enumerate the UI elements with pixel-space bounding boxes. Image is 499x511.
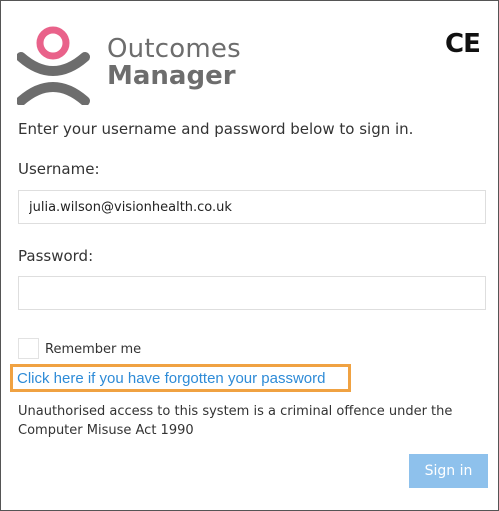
- brand-name-top: Outcomes: [107, 34, 241, 64]
- remember-me-checkbox[interactable]: [18, 338, 39, 359]
- sign-in-button[interactable]: Sign in: [409, 454, 488, 488]
- remember-me-label: Remember me: [45, 342, 142, 357]
- intro-text: Enter your username and password below t…: [18, 120, 414, 138]
- password-input[interactable]: [18, 276, 486, 310]
- ce-mark-icon: CE: [445, 29, 481, 59]
- forgot-password-link[interactable]: Click here if you have forgotten your pa…: [17, 370, 326, 387]
- username-label: Username:: [18, 160, 100, 178]
- password-label: Password:: [18, 247, 94, 265]
- username-input[interactable]: [18, 190, 486, 224]
- outcomes-manager-logo-icon: [17, 26, 90, 105]
- login-dialog: Outcomes Manager CE Enter your username …: [0, 0, 499, 511]
- brand-name-bottom: Manager: [107, 61, 236, 91]
- legal-notice: Unauthorised access to this system is a …: [18, 404, 453, 438]
